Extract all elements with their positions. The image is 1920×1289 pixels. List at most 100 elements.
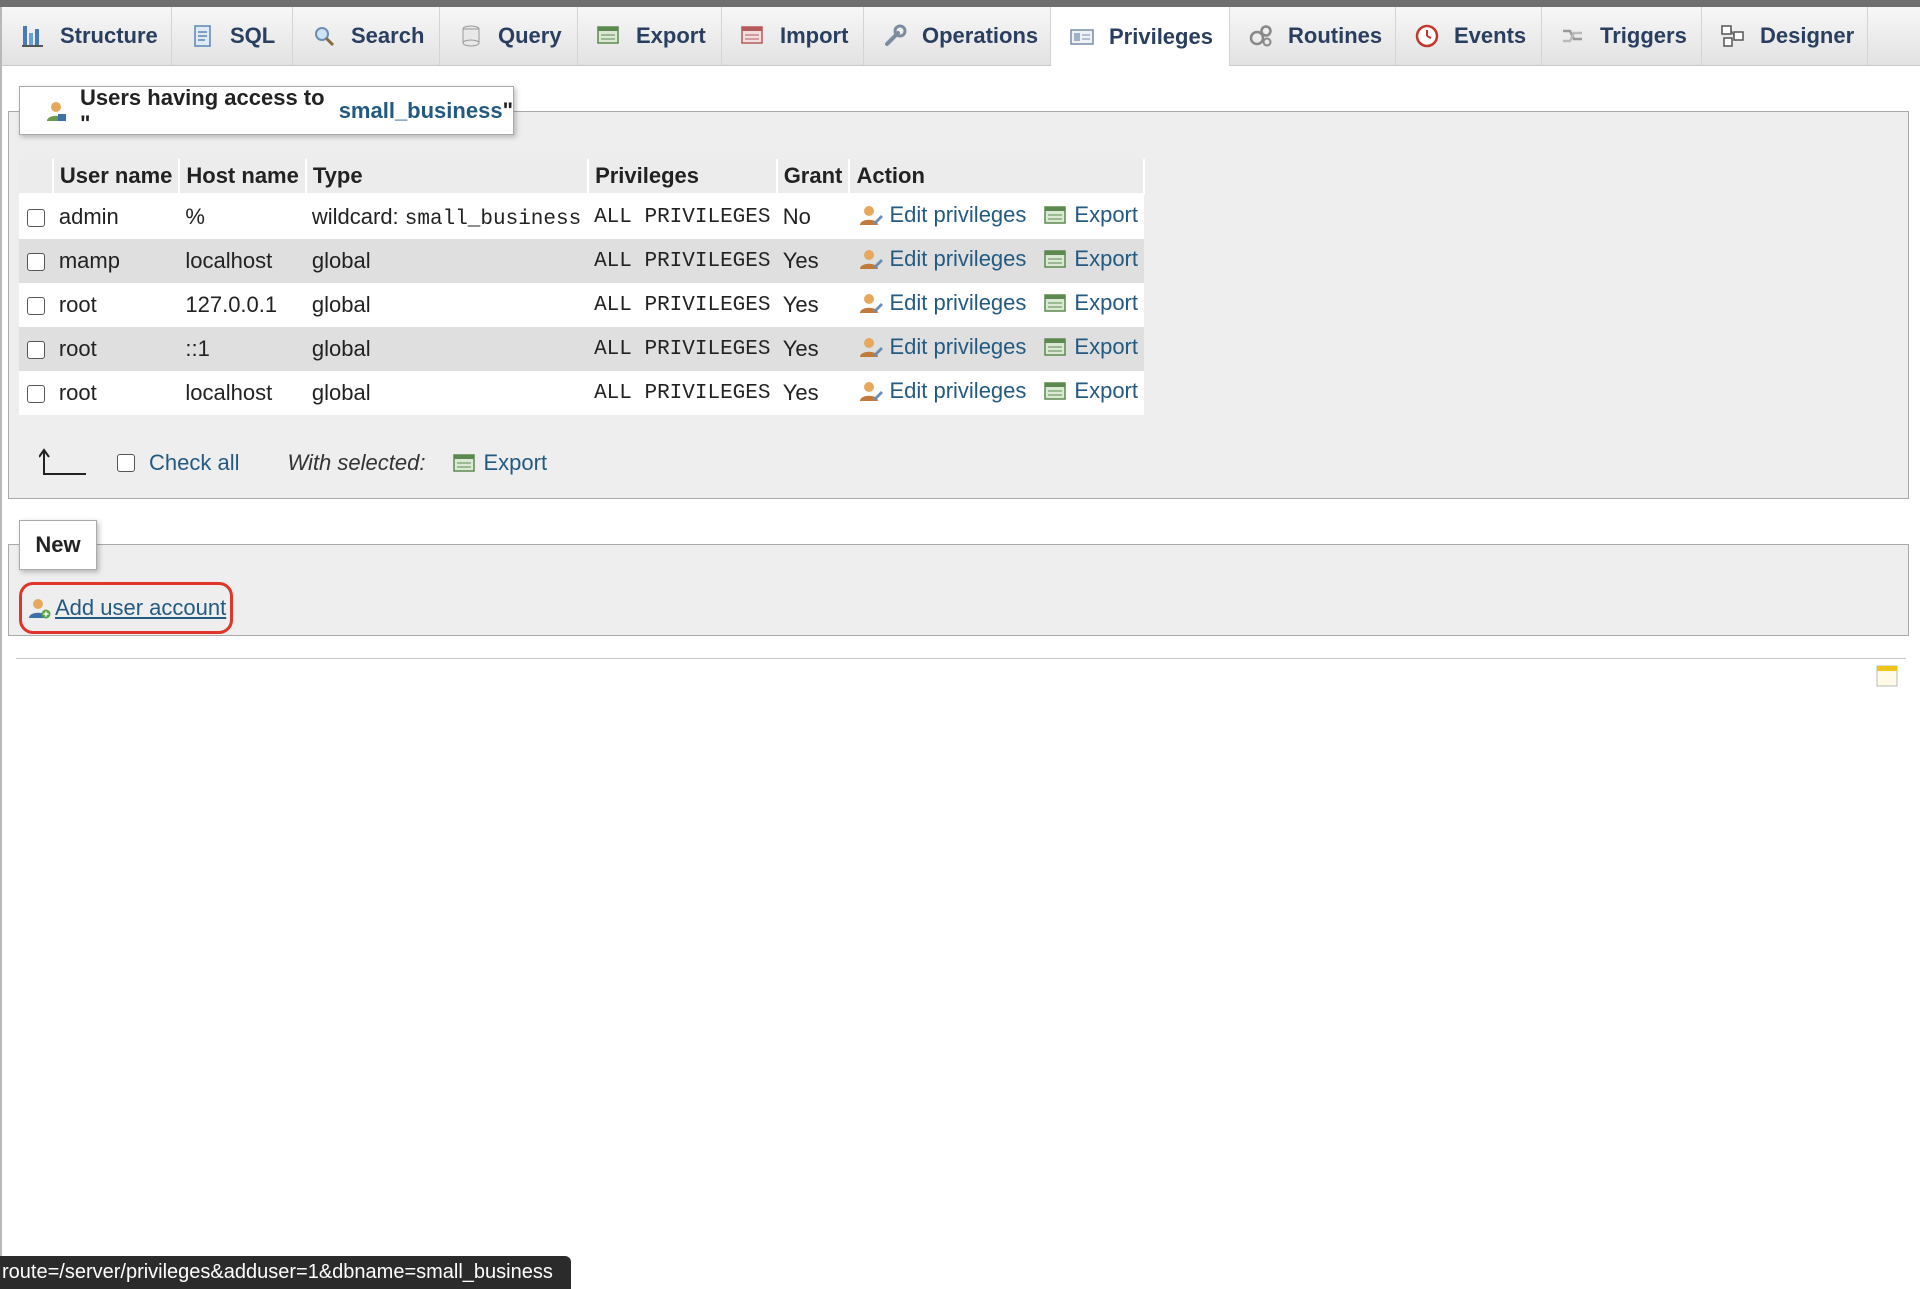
export-icon — [453, 451, 477, 475]
row-checkbox-cell — [19, 371, 53, 415]
tab-structure[interactable]: Structure — [2, 7, 172, 65]
tab-label: SQL — [230, 23, 276, 48]
cell-action: Edit privileges Export — [849, 283, 1144, 327]
cell-action: Edit privileges Export — [849, 371, 1144, 415]
cell-host-name: localhost — [179, 371, 306, 415]
edit-user-icon — [859, 291, 884, 315]
tab-sql[interactable]: SQL — [172, 7, 293, 65]
export-label: Export — [1074, 245, 1138, 271]
tab-query[interactable]: Query — [440, 7, 578, 65]
cell-grant: Yes — [776, 327, 850, 371]
export-icon — [1044, 291, 1068, 315]
tab-label: Routines — [1288, 23, 1383, 48]
edit-privileges-link[interactable]: Edit privileges — [859, 246, 1026, 272]
console-icon[interactable] — [1876, 664, 1898, 688]
search-icon — [311, 23, 337, 49]
left-edge — [0, 7, 2, 1289]
cell-grant: Yes — [776, 283, 850, 327]
cell-privileges: ALL PRIVILEGES — [588, 283, 777, 327]
add-user-icon — [27, 596, 51, 620]
cell-user-name: root — [52, 283, 180, 327]
privileges-icon — [1069, 24, 1095, 50]
edit-privileges-link[interactable]: Edit privileges — [859, 378, 1026, 404]
designer-icon — [1720, 23, 1746, 49]
tab-import[interactable]: Import — [722, 7, 864, 65]
header-grant: Grant — [776, 159, 851, 195]
tab-label: Triggers — [1600, 23, 1687, 48]
db-name-link[interactable]: small_business — [339, 98, 503, 124]
export-icon — [596, 23, 622, 49]
edit-privileges-label: Edit privileges — [889, 289, 1027, 315]
add-user-account-link[interactable]: Add user account — [27, 595, 226, 621]
export-link[interactable]: Export — [1044, 246, 1138, 272]
export-label: Export — [1074, 333, 1138, 359]
table-footer: Check all With selected: Export — [19, 438, 547, 488]
row-checkbox[interactable] — [26, 209, 45, 228]
export-icon — [1044, 379, 1068, 403]
legend-prefix: Users having access to " — [80, 84, 325, 136]
tab-triggers[interactable]: Triggers — [1542, 7, 1702, 65]
new-fieldset-legend: New — [19, 520, 97, 570]
cell-privileges: ALL PRIVILEGES — [588, 327, 777, 371]
tab-routines[interactable]: Routines — [1230, 7, 1396, 65]
table-row: root 127.0.0.1 global ALL PRIVILEGES Yes Edit… — [19, 283, 1144, 327]
edit-privileges-link[interactable]: Edit privileges — [859, 290, 1026, 316]
export-icon — [1044, 203, 1068, 227]
row-checkbox-cell — [19, 283, 53, 327]
cell-grant: Yes — [776, 371, 850, 415]
export-label: Export — [1074, 377, 1138, 403]
tab-label: Privileges — [1109, 23, 1213, 49]
cell-grant: Yes — [776, 239, 850, 283]
export-icon — [1044, 335, 1068, 359]
header-checkbox-col — [19, 159, 54, 195]
export-link[interactable]: Export — [1044, 334, 1138, 360]
row-checkbox[interactable] — [26, 341, 45, 360]
type-text: global — [311, 247, 371, 273]
bulk-export-button[interactable]: Export — [453, 450, 547, 476]
check-all-link[interactable]: Check all — [149, 450, 239, 476]
users-fieldset-legend: Users having access to " small_business " — [19, 84, 514, 136]
tab-export[interactable]: Export — [578, 7, 722, 65]
tab-designer[interactable]: Designer — [1702, 7, 1868, 65]
cell-host-name: ::1 — [179, 327, 306, 371]
cell-type: global — [305, 239, 589, 283]
row-checkbox[interactable] — [26, 253, 45, 272]
export-link[interactable]: Export — [1044, 202, 1138, 228]
legend-suffix: " — [502, 97, 513, 123]
edit-privileges-link[interactable]: Edit privileges — [859, 202, 1026, 228]
new-fieldset — [8, 544, 1909, 636]
edit-privileges-label: Edit privileges — [889, 201, 1027, 227]
divider — [16, 658, 1906, 659]
cell-host-name: % — [179, 194, 306, 239]
structure-icon — [20, 23, 46, 49]
row-checkbox[interactable] — [26, 297, 45, 316]
header-type: Type — [305, 159, 590, 195]
row-checkbox[interactable] — [26, 385, 45, 404]
cell-user-name: root — [52, 327, 180, 371]
cell-user-name: root — [52, 371, 180, 415]
edit-privileges-link[interactable]: Edit privileges — [859, 334, 1026, 360]
edit-user-icon — [859, 335, 884, 359]
tab-events[interactable]: Events — [1396, 7, 1542, 65]
export-link[interactable]: Export — [1044, 290, 1138, 316]
cell-type: global — [305, 327, 589, 371]
tab-label: Export — [636, 23, 706, 48]
tab-label: Events — [1454, 23, 1527, 48]
edit-privileges-label: Edit privileges — [889, 333, 1027, 359]
triggers-icon — [1560, 23, 1586, 49]
export-link[interactable]: Export — [1044, 378, 1138, 404]
header-privileges: Privileges — [588, 159, 778, 195]
cell-user-name: admin — [52, 194, 180, 239]
cell-action: Edit privileges Export — [849, 327, 1144, 371]
type-text: global — [311, 335, 371, 361]
table-row: admin% wildcard: small_business ALL PRIVIL… — [19, 194, 1144, 239]
tab-operations[interactable]: Operations — [864, 7, 1051, 65]
table-row: mamp localhost global ALL PRIVILEGES Yes Edit… — [19, 239, 1144, 283]
tab-label: Operations — [922, 23, 1039, 48]
tab-privileges[interactable]: Privileges — [1051, 7, 1230, 66]
tab-label: Search — [351, 23, 425, 48]
tab-search[interactable]: Search — [293, 7, 440, 65]
cell-privileges: ALL PRIVILEGES — [588, 371, 777, 415]
check-all-checkbox[interactable] — [117, 454, 135, 472]
cell-type: global — [305, 371, 589, 415]
